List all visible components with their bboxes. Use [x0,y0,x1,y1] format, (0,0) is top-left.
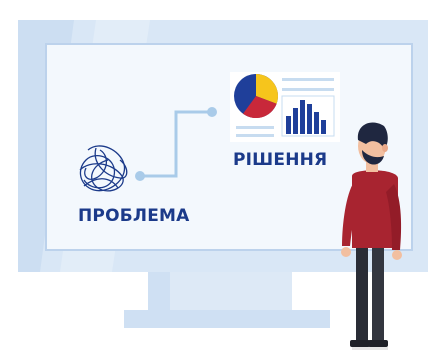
charts-card [230,72,340,142]
solution-label: РІШЕННЯ [233,150,328,170]
problem-label: ПРОБЛЕМА [78,206,190,226]
monitor-stand [124,272,330,328]
connector-start-dot [135,171,145,181]
illustration [18,20,428,350]
bar-chart-icon [281,95,335,137]
card-line [282,78,334,81]
card-line [282,88,334,91]
card-line [236,134,274,137]
connector-end-dot [207,107,217,117]
pie-chart-icon [234,74,278,119]
card-line [236,126,274,129]
